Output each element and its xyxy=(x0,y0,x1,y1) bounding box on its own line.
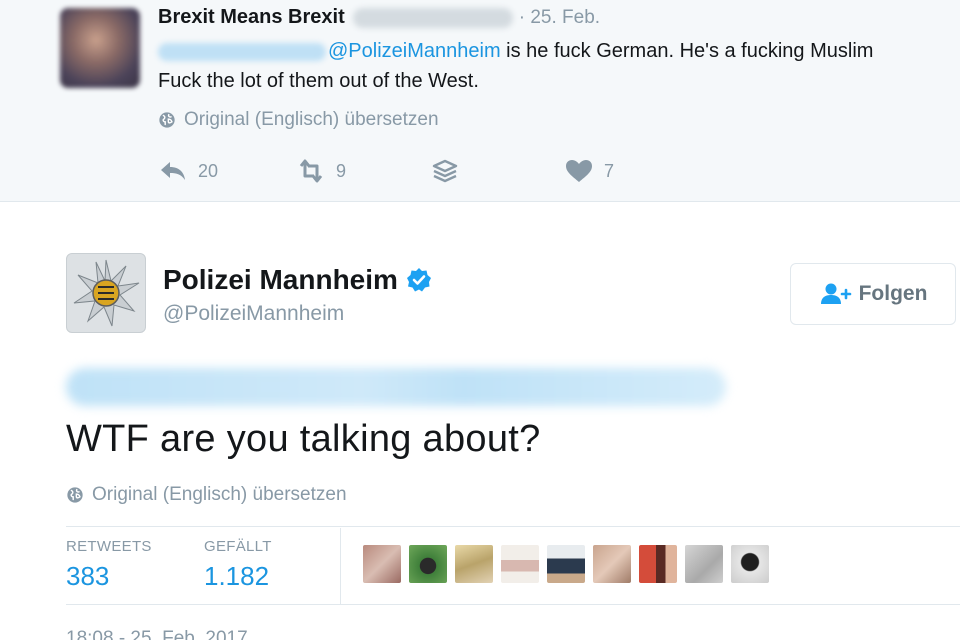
reply-icon xyxy=(161,162,185,180)
blurred-handle xyxy=(352,7,513,28)
reply-text-line1: is he fuck German. He's a fucking Muslim xyxy=(500,40,874,62)
reply-button[interactable]: 20 xyxy=(158,158,296,184)
blurred-mention xyxy=(158,42,326,61)
like-button[interactable]: 7 xyxy=(564,158,614,184)
avatar[interactable] xyxy=(454,544,494,584)
stack-button[interactable] xyxy=(430,158,564,184)
translate-label: Original (Englisch) übersetzen xyxy=(92,484,347,505)
globe-icon xyxy=(159,112,175,128)
translate-link[interactable]: Original (Englisch) übersetzen xyxy=(158,109,439,131)
divider xyxy=(66,604,960,605)
tweet-actions: 20 9 7 xyxy=(158,154,614,188)
avatar[interactable] xyxy=(408,544,448,584)
likes-count: 1.182 xyxy=(204,561,270,591)
avatar[interactable] xyxy=(684,544,724,584)
follow-button[interactable]: Folgen xyxy=(790,263,956,325)
reply-count: 20 xyxy=(198,160,219,181)
divider xyxy=(340,528,341,604)
retweets-stat[interactable]: RETWEETS 383 xyxy=(66,538,152,592)
heart-icon xyxy=(566,160,592,182)
police-star-icon xyxy=(73,259,140,327)
author-handle[interactable]: @PolizeiMannheim xyxy=(163,302,344,326)
divider xyxy=(66,526,960,527)
translate-label: Original (Englisch) übersetzen xyxy=(184,109,439,130)
blurred-mentions xyxy=(66,368,726,406)
translate-link[interactable]: Original (Englisch) übersetzen xyxy=(66,484,347,506)
add-user-icon xyxy=(820,283,851,304)
avatar[interactable] xyxy=(638,544,678,584)
retweet-icon xyxy=(299,159,323,183)
reply-header: Brexit Means Brexit · 25. Feb. xyxy=(158,6,600,29)
layers-icon xyxy=(432,159,458,183)
reply-date[interactable]: · 25. Feb. xyxy=(519,7,600,28)
like-count: 7 xyxy=(604,160,615,181)
avatar[interactable] xyxy=(730,544,770,584)
avatar[interactable] xyxy=(60,8,140,88)
reply-text-line2: Fuck the lot of them out of the West. xyxy=(158,70,479,92)
author-name[interactable]: Polizei Mannheim xyxy=(163,264,432,296)
reply-author-name[interactable]: Brexit Means Brexit xyxy=(158,6,345,28)
avatar[interactable] xyxy=(362,544,402,584)
liker-avatars xyxy=(362,544,776,584)
tweet-timestamp[interactable]: 18:08 - 25. Feb. 2017 xyxy=(66,628,248,640)
follow-label: Folgen xyxy=(858,282,928,305)
tweet-text: WTF are you talking about? xyxy=(66,418,541,460)
avatar[interactable] xyxy=(546,544,586,584)
avatar[interactable] xyxy=(500,544,540,584)
retweet-button[interactable]: 9 xyxy=(296,158,430,184)
retweets-count: 383 xyxy=(66,561,110,591)
author-name-label: Polizei Mannheim xyxy=(163,264,398,295)
avatar[interactable] xyxy=(592,544,632,584)
retweets-label: RETWEETS xyxy=(66,538,152,555)
mention-link[interactable]: @PolizeiMannheim xyxy=(328,40,501,62)
likes-label: GEFÄLLT xyxy=(204,538,272,555)
police-badge-avatar[interactable] xyxy=(66,253,146,333)
reply-tweet: Brexit Means Brexit · 25. Feb. @PolizeiMa… xyxy=(0,0,960,202)
globe-icon xyxy=(67,487,83,503)
retweet-count: 9 xyxy=(336,160,347,181)
reply-text: @PolizeiMannheim is he fuck German. He's… xyxy=(158,36,873,96)
likes-stat[interactable]: GEFÄLLT 1.182 xyxy=(204,538,272,592)
verified-badge-icon xyxy=(406,268,431,292)
